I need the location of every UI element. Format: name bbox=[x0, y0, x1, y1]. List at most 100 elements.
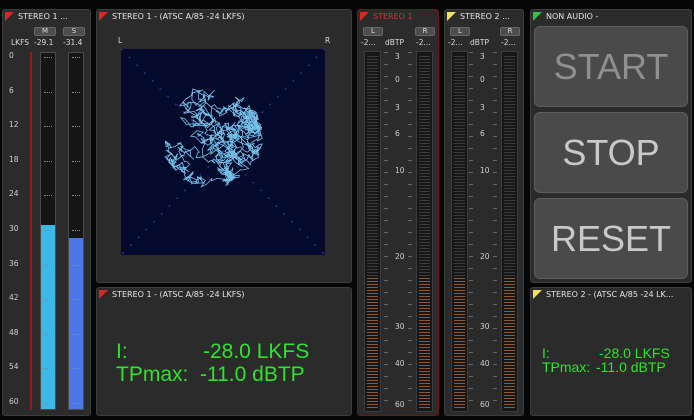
meter-segment bbox=[367, 392, 378, 393]
tpmax-label: TPmax: bbox=[542, 359, 591, 375]
dbtp-minor-tick bbox=[493, 376, 497, 377]
channel-s-chip[interactable]: S bbox=[63, 27, 85, 36]
dbtp-minor-tick bbox=[384, 64, 388, 65]
dbtp-minor-tick bbox=[469, 136, 473, 137]
meter-segment bbox=[504, 239, 515, 240]
meter-segment bbox=[367, 179, 378, 180]
dbtp-minor-tick bbox=[493, 124, 497, 125]
meter-segment bbox=[454, 272, 465, 273]
dbtp-minor-tick bbox=[384, 136, 388, 137]
dbtp-minor-tick bbox=[408, 304, 412, 305]
channel-l-chip[interactable]: L bbox=[450, 27, 470, 36]
channel-r-chip[interactable]: R bbox=[500, 27, 520, 36]
meter-segment bbox=[419, 164, 430, 165]
meter-segment bbox=[504, 191, 515, 192]
meter-segment bbox=[504, 230, 515, 231]
meter-segment bbox=[504, 113, 515, 114]
meter-segment bbox=[454, 320, 465, 321]
meter-segment bbox=[454, 122, 465, 123]
vectorscope-right-label: R bbox=[325, 36, 331, 45]
meter-segment bbox=[454, 293, 465, 294]
meter-segment bbox=[367, 167, 378, 168]
meter-segment bbox=[454, 341, 465, 342]
dbtp-minor-tick bbox=[493, 76, 497, 77]
meter-segment bbox=[504, 65, 515, 66]
meter-segment bbox=[419, 281, 430, 282]
loudness-summary-2-title: STEREO 2 - (ATSC A/85 -24 LK... bbox=[546, 290, 674, 299]
meter-segment bbox=[454, 191, 465, 192]
dbtp-minor-tick bbox=[493, 364, 497, 365]
start-button[interactable]: START bbox=[534, 26, 688, 107]
meter-segment bbox=[419, 104, 430, 105]
meter-gridline bbox=[72, 91, 80, 93]
lkfs-scale-tick: 18 bbox=[9, 154, 19, 164]
meter-segment bbox=[367, 284, 378, 285]
meter-segment bbox=[419, 185, 430, 186]
meter-segment bbox=[454, 245, 465, 246]
meter-segment bbox=[419, 287, 430, 288]
meter-segment bbox=[454, 248, 465, 249]
meter-segment bbox=[504, 104, 515, 105]
meter-segment bbox=[504, 251, 515, 252]
meter-segment bbox=[454, 149, 465, 150]
l-peak-meter bbox=[364, 51, 381, 412]
meter-segment bbox=[504, 395, 515, 396]
dbtp-minor-tick bbox=[408, 76, 412, 77]
meter-segment bbox=[419, 143, 430, 144]
r-value-readout: -2... bbox=[416, 38, 431, 47]
channel-m-chip[interactable]: M bbox=[34, 27, 56, 36]
reset-button[interactable]: RESET bbox=[534, 198, 688, 279]
meter-segment bbox=[454, 203, 465, 204]
dbtp-minor-tick bbox=[384, 160, 388, 161]
meter-segment bbox=[454, 242, 465, 243]
meter-segment bbox=[419, 398, 430, 399]
dbtp-minor-tick bbox=[384, 184, 388, 185]
dbtp-minor-tick bbox=[408, 220, 412, 221]
meter-segment bbox=[504, 338, 515, 339]
meter-segment bbox=[454, 113, 465, 114]
meter-segment bbox=[454, 296, 465, 297]
ok-flag-icon bbox=[533, 12, 542, 21]
channel-l-chip[interactable]: L bbox=[363, 27, 383, 36]
dbtp-minor-tick bbox=[493, 136, 497, 137]
dbtp-minor-tick bbox=[408, 256, 412, 257]
dbtp-minor-tick bbox=[469, 196, 473, 197]
meter-segment bbox=[419, 323, 430, 324]
dbtp-minor-tick bbox=[493, 316, 497, 317]
meter-segment bbox=[454, 200, 465, 201]
meter-segment bbox=[419, 260, 430, 261]
meter-segment bbox=[504, 374, 515, 375]
truepeak-stereo2-title: STEREO 2 ... bbox=[460, 12, 510, 21]
meter-segment bbox=[504, 68, 515, 69]
meter-segment bbox=[454, 83, 465, 84]
meter-segment bbox=[504, 116, 515, 117]
meter-segment bbox=[367, 110, 378, 111]
meter-segment bbox=[454, 287, 465, 288]
meter-segment bbox=[419, 212, 430, 213]
meter-segment bbox=[419, 83, 430, 84]
meter-segment bbox=[454, 305, 465, 306]
dbtp-minor-tick bbox=[384, 244, 388, 245]
meter-segment bbox=[419, 365, 430, 366]
dbtp-minor-tick bbox=[493, 232, 497, 233]
meter-segment bbox=[504, 215, 515, 216]
channel-r-chip[interactable]: R bbox=[415, 27, 435, 36]
meter-segment bbox=[504, 56, 515, 57]
meter-segment bbox=[419, 128, 430, 129]
dbtp-minor-tick bbox=[384, 268, 388, 269]
meter-segment bbox=[504, 389, 515, 390]
meter-gridline bbox=[44, 230, 52, 231]
dbtp-minor-tick bbox=[469, 280, 473, 281]
meter-segment bbox=[419, 170, 430, 171]
meter-segment bbox=[454, 209, 465, 210]
l-value-readout: -2... bbox=[361, 38, 376, 47]
meter-segment bbox=[367, 317, 378, 318]
meter-segment bbox=[367, 383, 378, 384]
meter-segment bbox=[504, 143, 515, 144]
dbtp-minor-tick bbox=[493, 280, 497, 281]
stop-button[interactable]: STOP bbox=[534, 112, 688, 193]
meter-segment bbox=[454, 281, 465, 282]
dbtp-minor-tick bbox=[493, 184, 497, 185]
m-level-meter bbox=[40, 52, 56, 410]
dbtp-minor-tick bbox=[384, 232, 388, 233]
